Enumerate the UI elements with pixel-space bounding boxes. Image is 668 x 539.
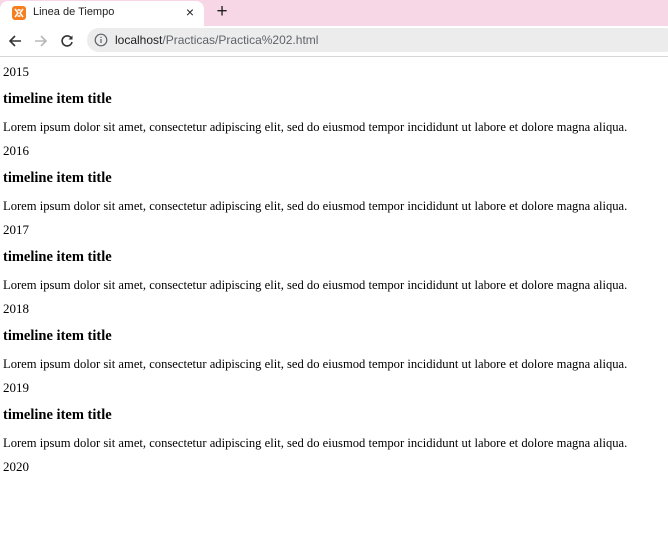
address-bar[interactable]: localhost/Practicas/Practica%202.html bbox=[87, 28, 668, 52]
timeline-item-title: timeline item title bbox=[3, 91, 112, 107]
timeline-year: 2015 bbox=[3, 64, 29, 79]
forward-arrow-icon[interactable] bbox=[32, 32, 50, 50]
timeline-item-title: timeline item title bbox=[3, 328, 112, 344]
tab-title: Linea de Tiempo bbox=[33, 6, 115, 18]
browser-toolbar: localhost/Practicas/Practica%202.html bbox=[0, 26, 668, 57]
timeline-entry: 2016 timeline item title Lorem ipsum dol… bbox=[3, 142, 668, 214]
timeline-item-text: Lorem ipsum dolor sit amet, consectetur … bbox=[3, 357, 628, 371]
timeline-item-text: Lorem ipsum dolor sit amet, consectetur … bbox=[3, 199, 628, 213]
timeline-item-text: Lorem ipsum dolor sit amet, consectetur … bbox=[3, 436, 628, 450]
timeline-year: 2018 bbox=[3, 301, 29, 316]
timeline-item-title: timeline item title bbox=[3, 249, 112, 265]
reload-icon[interactable] bbox=[58, 32, 76, 50]
timeline-entry: 2018 timeline item title Lorem ipsum dol… bbox=[3, 300, 668, 372]
back-arrow-icon[interactable] bbox=[6, 32, 24, 50]
new-tab-button[interactable]: + bbox=[212, 2, 232, 22]
timeline-year: 2020 bbox=[3, 459, 29, 474]
timeline-year: 2016 bbox=[3, 143, 29, 158]
timeline-item-title: timeline item title bbox=[3, 407, 112, 423]
timeline-item-text: Lorem ipsum dolor sit amet, consectetur … bbox=[3, 120, 628, 134]
url-text: localhost/Practicas/Practica%202.html bbox=[115, 33, 318, 47]
url-path: /Practicas/Practica%202.html bbox=[162, 33, 319, 47]
timeline-item-title: timeline item title bbox=[3, 170, 112, 186]
info-icon[interactable] bbox=[94, 33, 108, 47]
timeline-entry: 2019 timeline item title Lorem ipsum dol… bbox=[3, 379, 668, 451]
timeline-year: 2017 bbox=[3, 222, 29, 237]
timeline-entry: 2017 timeline item title Lorem ipsum dol… bbox=[3, 221, 668, 293]
timeline: 2015 timeline item title Lorem ipsum dol… bbox=[0, 63, 668, 476]
timeline-year: 2019 bbox=[3, 380, 29, 395]
close-tab-icon[interactable]: × bbox=[183, 4, 197, 20]
timeline-item-text: Lorem ipsum dolor sit amet, consectetur … bbox=[3, 278, 628, 292]
url-host: localhost bbox=[115, 33, 163, 47]
tab-strip: Linea de Tiempo × + bbox=[0, 0, 668, 26]
timeline-entry: 2015 timeline item title Lorem ipsum dol… bbox=[3, 63, 668, 135]
browser-tab[interactable]: Linea de Tiempo × bbox=[0, 1, 204, 26]
xampp-favicon-icon bbox=[12, 6, 26, 20]
